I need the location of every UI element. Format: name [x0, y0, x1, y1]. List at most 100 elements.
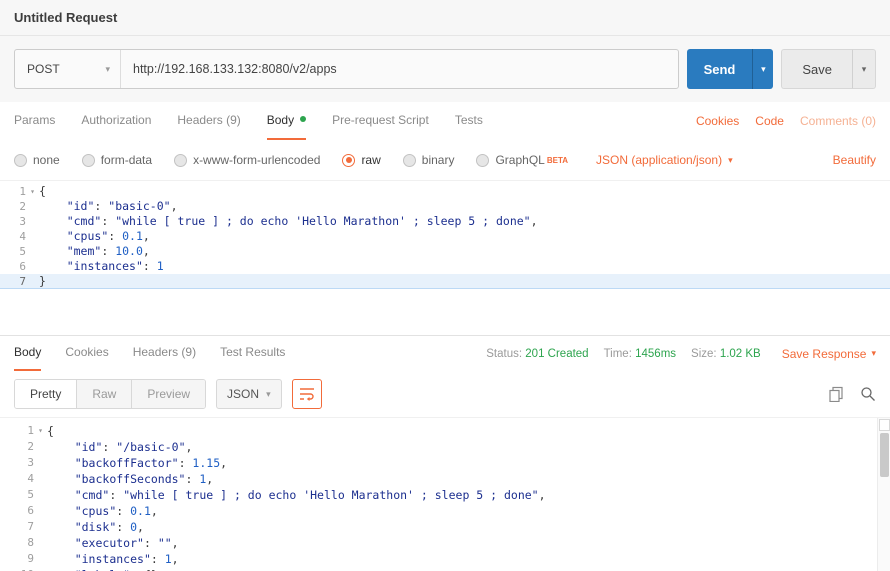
response-toolbar-right: [828, 386, 876, 402]
line-number: 4: [0, 229, 26, 244]
fold-spacer: [26, 244, 39, 259]
send-options-button[interactable]: ▾: [752, 49, 773, 89]
save-options-button[interactable]: ▾: [852, 49, 876, 89]
line-number: 7: [0, 519, 34, 535]
code-line[interactable]: 7 "disk": 0,: [0, 519, 877, 535]
scrollbar[interactable]: [877, 418, 890, 571]
body-type-raw[interactable]: raw: [342, 153, 380, 167]
status-badge: Status: 201 Created: [486, 348, 588, 360]
line-number: 1: [0, 184, 26, 199]
search-icon: [860, 386, 876, 402]
code-line[interactable]: 10 "labels": {},: [0, 567, 877, 571]
postman-app: Untitled Request POST ▾ http://192.168.1…: [0, 0, 890, 571]
url-input[interactable]: http://192.168.133.132:8080/v2/apps: [121, 50, 678, 88]
radio-icon: [14, 154, 27, 167]
fold-spacer: [26, 259, 39, 274]
fold-icon[interactable]: ▾: [34, 423, 47, 439]
save-button[interactable]: Save: [781, 49, 852, 89]
chevron-down-icon: ▾: [728, 155, 733, 166]
title-bar: Untitled Request: [0, 0, 890, 36]
preview-tab[interactable]: Preview: [132, 380, 205, 408]
tab-tests[interactable]: Tests: [455, 102, 483, 140]
tab-headers[interactable]: Headers (9): [177, 102, 240, 140]
method-select[interactable]: POST ▾: [15, 50, 121, 88]
code-text: "cmd": "while [ true ] ; do echo 'Hello …: [47, 487, 546, 503]
scroll-button[interactable]: [879, 419, 890, 431]
time-badge: Time: 1456ms: [604, 348, 676, 360]
tab-body[interactable]: Body: [267, 102, 306, 140]
body-type-urlencoded[interactable]: x-www-form-urlencoded: [174, 153, 320, 167]
wrap-text-icon: [299, 386, 315, 402]
code-line[interactable]: 6 "instances": 1: [0, 259, 890, 274]
format-select[interactable]: JSON ▾: [216, 379, 282, 409]
fold-spacer: [34, 503, 47, 519]
code-line[interactable]: 5 "cmd": "while [ true ] ; do echo 'Hell…: [0, 487, 877, 503]
chevron-down-icon: ▾: [266, 389, 271, 400]
code-line[interactable]: 2 "id": "basic-0",: [0, 199, 890, 214]
line-number: 8: [0, 535, 34, 551]
pretty-tab[interactable]: Pretty: [15, 380, 77, 408]
body-type-binary[interactable]: binary: [403, 153, 455, 167]
wrap-text-button[interactable]: [292, 379, 322, 409]
line-number: 9: [0, 551, 34, 567]
save-response-button[interactable]: Save Response▾: [782, 347, 876, 361]
content-type-value: JSON (application/json): [596, 153, 722, 167]
response-meta: Status: 201 Created Time: 1456ms Size: 1…: [486, 347, 876, 361]
body-type-form-data[interactable]: form-data: [82, 153, 152, 167]
code-text: }: [39, 274, 46, 288]
url-group: POST ▾ http://192.168.133.132:8080/v2/ap…: [14, 49, 679, 89]
code-text: "id": "basic-0",: [39, 199, 178, 214]
response-toolbar: Pretty Raw Preview JSON ▾: [0, 371, 890, 417]
code-line[interactable]: 6 "cpus": 0.1,: [0, 503, 877, 519]
tab-authorization[interactable]: Authorization: [81, 102, 151, 140]
fold-spacer: [34, 487, 47, 503]
line-number: 5: [0, 487, 34, 503]
response-editor[interactable]: 1▾{2 "id": "/basic-0",3 "backoffFactor":…: [0, 418, 877, 571]
fold-spacer: [34, 551, 47, 567]
radio-label: GraphQL: [495, 153, 544, 167]
fold-icon[interactable]: ▾: [26, 184, 39, 199]
code-line[interactable]: 4 "cpus": 0.1,: [0, 229, 890, 244]
code-line[interactable]: 3 "backoffFactor": 1.15,: [0, 455, 877, 471]
response-tab-headers[interactable]: Headers (9): [133, 336, 196, 371]
copy-button[interactable]: [828, 386, 844, 402]
code-line[interactable]: 4 "backoffSeconds": 1,: [0, 471, 877, 487]
request-editor[interactable]: 1▾{2 "id": "basic-0",3 "cmd": "while [ t…: [0, 180, 890, 335]
copy-icon: [828, 386, 844, 402]
cookies-link[interactable]: Cookies: [696, 114, 739, 128]
format-value: JSON: [227, 387, 259, 401]
body-type-graphql[interactable]: GraphQLBETA: [476, 153, 568, 167]
content-type-select[interactable]: JSON (application/json) ▾: [596, 153, 733, 167]
radio-icon: [82, 154, 95, 167]
tab-pre-request-script[interactable]: Pre-request Script: [332, 102, 429, 140]
code-line[interactable]: 3 "cmd": "while [ true ] ; do echo 'Hell…: [0, 214, 890, 229]
line-number: 7: [0, 274, 26, 288]
response-tab-body[interactable]: Body: [14, 336, 41, 371]
body-type-bar: none form-data x-www-form-urlencoded raw…: [0, 140, 890, 180]
send-button[interactable]: Send: [687, 49, 753, 89]
search-button[interactable]: [860, 386, 876, 402]
comments-link[interactable]: Comments (0): [800, 114, 876, 128]
code-line[interactable]: 7}: [0, 274, 890, 289]
code-line[interactable]: 1▾{: [0, 184, 890, 199]
response-tab-test-results[interactable]: Test Results: [220, 336, 285, 371]
line-number: 6: [0, 503, 34, 519]
code-line[interactable]: 8 "executor": "",: [0, 535, 877, 551]
code-line[interactable]: 5 "mem": 10.0,: [0, 244, 890, 259]
raw-tab[interactable]: Raw: [77, 380, 132, 408]
beautify-link[interactable]: Beautify: [833, 153, 876, 167]
fold-spacer: [34, 471, 47, 487]
code-line[interactable]: 1▾{: [0, 423, 877, 439]
body-type-none[interactable]: none: [14, 153, 60, 167]
code-line[interactable]: 9 "instances": 1,: [0, 551, 877, 567]
response-tab-cookies[interactable]: Cookies: [65, 336, 108, 371]
code-line[interactable]: 2 "id": "/basic-0",: [0, 439, 877, 455]
scrollbar-thumb[interactable]: [880, 433, 889, 477]
radio-icon: [476, 154, 489, 167]
tab-params[interactable]: Params: [14, 102, 55, 140]
line-number: 1: [0, 423, 34, 439]
code-link[interactable]: Code: [755, 114, 784, 128]
code-text: {: [47, 423, 54, 439]
line-number: 4: [0, 471, 34, 487]
code-text: "cpus": 0.1,: [39, 229, 150, 244]
